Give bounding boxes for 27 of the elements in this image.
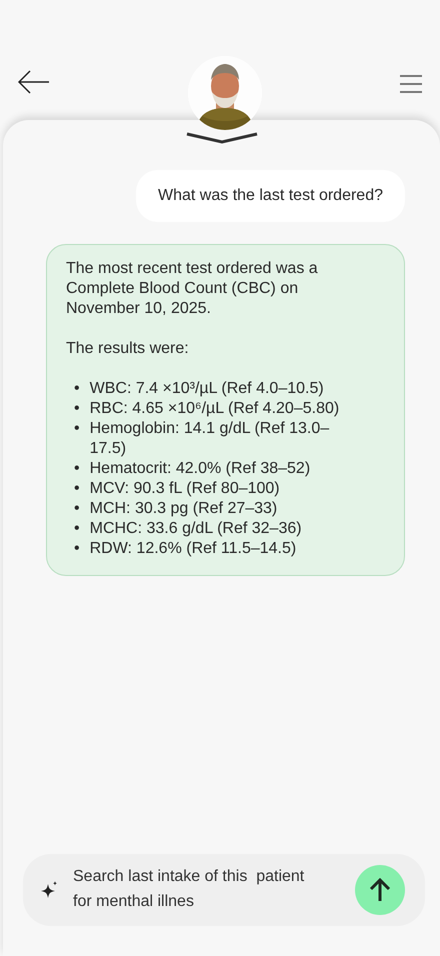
message-paragraph: The most recent test ordered was a Complete Blood Count (CBC) on November 10, 2025. bbox=[66, 259, 319, 319]
result-item: WBC: 7.4 ×10³/µL (Ref 4.0–10.5) bbox=[90, 379, 324, 399]
result-item: MCHC: 33.6 g/dL (Ref 32–36) bbox=[90, 519, 302, 539]
bullet-mark: • bbox=[74, 399, 80, 419]
bullet-mark: • bbox=[74, 459, 80, 479]
menu-button[interactable] bbox=[400, 74, 422, 94]
bullet-mark: • bbox=[74, 479, 80, 499]
user-message: What was the last test ordered? bbox=[136, 170, 405, 222]
chevron-down-icon[interactable] bbox=[186, 132, 258, 144]
result-item: RDW: 12.6% (Ref 11.5–14.5) bbox=[90, 539, 296, 559]
bullet-mark: • bbox=[74, 419, 80, 439]
message-paragraph: The results were: bbox=[66, 339, 190, 359]
send-button[interactable] bbox=[355, 865, 405, 915]
back-button[interactable] bbox=[18, 70, 50, 94]
bullet-mark: • bbox=[74, 499, 80, 519]
bullet-mark: • bbox=[74, 539, 80, 559]
result-item: MCV: 90.3 fL (Ref 80–100) bbox=[90, 479, 280, 499]
input-field[interactable]: Search last intake of this patient for menthal illnes bbox=[73, 864, 323, 916]
sparkle-icon bbox=[41, 881, 59, 899]
result-item: MCH: 30.3 pg (Ref 27–33) bbox=[90, 499, 278, 519]
arrow-up-icon bbox=[369, 878, 391, 902]
composer-bar[interactable]: Search last intake of this patient for menthal illnes bbox=[23, 854, 425, 926]
bullet-mark: • bbox=[74, 519, 80, 539]
result-item: Hematocrit: 42.0% (Ref 38–52) bbox=[90, 459, 310, 479]
result-item: Hemoglobin: 14.1 g/dL (Ref 13.0–17.5) bbox=[90, 419, 330, 459]
bullet-mark: • bbox=[74, 379, 80, 399]
result-item: RBC: 4.65 ×10⁶/µL (Ref 4.20–5.80) bbox=[90, 399, 340, 419]
